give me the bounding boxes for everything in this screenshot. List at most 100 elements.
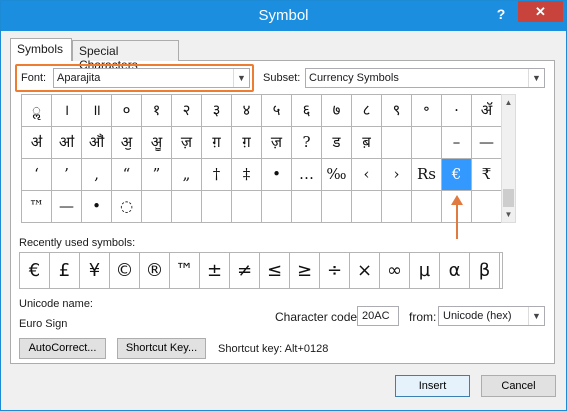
autocorrect-button[interactable]: AutoCorrect... [19,338,106,359]
symbol-cell[interactable]: ‰ [322,159,352,191]
symbol-cell[interactable] [262,191,292,223]
symbol-cell[interactable]: ॶ [112,127,142,159]
insert-button[interactable]: Insert [395,375,470,397]
recent-symbol-cell[interactable]: ≠ [230,253,260,288]
symbol-cell[interactable]: ड [322,127,352,159]
recent-symbol-cell[interactable]: ® [140,253,170,288]
symbol-cell[interactable]: … [292,159,322,191]
recent-symbol-cell[interactable]: ¥ [80,253,110,288]
symbol-cell[interactable]: ◌ [112,191,142,223]
symbol-cell[interactable]: † [202,159,232,191]
symbol-cell[interactable]: ” [142,159,172,191]
from-select[interactable]: Unicode (hex) ▼ [438,306,545,326]
symbol-cell[interactable]: ‹ [352,159,382,191]
symbol-cell[interactable]: । [52,95,82,127]
symbol-cell[interactable]: › [382,159,412,191]
symbol-cell[interactable]: ० [112,95,142,127]
symbol-cell[interactable]: ३ [202,95,232,127]
symbol-cell[interactable]: “ [112,159,142,191]
symbol-cell[interactable]: „ [172,159,202,191]
symbol-cell[interactable]: ॰ [412,95,442,127]
chevron-down-icon[interactable]: ▼ [528,307,544,325]
symbol-cell[interactable]: ८ [352,95,382,127]
symbol-cell[interactable]: ५ [262,95,292,127]
recent-symbol-cell[interactable]: β [470,253,500,288]
symbol-cell[interactable]: ₹ [472,159,502,191]
recent-symbol-cell[interactable]: © [110,253,140,288]
symbol-cell[interactable]: ज़ [172,127,202,159]
symbol-cell[interactable] [412,191,442,223]
font-select[interactable]: Aparajita ▼ [53,68,250,88]
recent-symbol-cell[interactable]: ™ [170,253,200,288]
symbol-cell[interactable]: ॥ [82,95,112,127]
character-code-input[interactable]: 20AC [357,306,399,326]
symbol-cell[interactable] [202,191,232,223]
cancel-button[interactable]: Cancel [481,375,556,397]
symbol-cell[interactable]: ग़ [232,127,262,159]
recent-symbol-cell[interactable]: ∞ [380,253,410,288]
symbol-cell[interactable] [322,191,352,223]
symbol-cell[interactable]: ‡ [232,159,262,191]
subset-select[interactable]: Currency Symbols ▼ [305,68,545,88]
scroll-down-icon[interactable]: ▼ [502,207,515,222]
recent-symbol-cell[interactable]: ≥ [290,253,320,288]
symbol-cell[interactable] [352,191,382,223]
symbol-cell[interactable]: ॲ [472,95,502,127]
recent-symbol-cell[interactable]: α [440,253,470,288]
symbol-cell[interactable]: २ [172,95,202,127]
tab-symbols[interactable]: Symbols [10,38,72,61]
symbol-cell[interactable]: — [472,127,502,159]
symbol-cell[interactable]: ॳ [22,127,52,159]
symbol-cell[interactable]: ४ [232,95,262,127]
symbol-cell[interactable]: Rs [412,159,442,191]
symbol-cell[interactable]: ॴ [52,127,82,159]
help-icon[interactable]: ? [492,6,510,24]
symbol-cell[interactable]: ९ [382,95,412,127]
symbol-cell[interactable]: ™ [22,191,52,223]
unicode-name-value: Euro Sign [19,318,68,330]
symbol-cell[interactable]: · [442,95,472,127]
recent-symbol-cell[interactable]: × [350,253,380,288]
symbol-cell[interactable]: ‘ [22,159,52,191]
close-icon[interactable]: ✕ [518,1,563,22]
symbol-cell[interactable]: ’ [52,159,82,191]
recent-symbol-cell[interactable]: µ [410,253,440,288]
symbol-cell[interactable]: ॵ [82,127,112,159]
chevron-down-icon[interactable]: ▼ [528,69,544,87]
symbol-cell[interactable] [412,127,442,159]
symbol-cell[interactable]: ॢ [22,95,52,127]
symbol-cell[interactable]: • [82,191,112,223]
symbol-cell[interactable]: ६ [292,95,322,127]
tab-special-characters[interactable]: Special Characters [72,40,179,72]
symbol-cell[interactable] [232,191,262,223]
symbol-cell[interactable]: ग़ [202,127,232,159]
symbol-cell[interactable]: — [52,191,82,223]
chevron-down-icon[interactable]: ▼ [233,69,249,87]
symbol-cell[interactable]: ७ [322,95,352,127]
symbol-cell[interactable]: ‚ [82,159,112,191]
recent-symbol-cell[interactable]: ± [200,253,230,288]
scroll-thumb[interactable] [503,189,514,207]
symbol-cell[interactable]: ॷ [142,127,172,159]
symbol-cell[interactable]: ज़ [262,127,292,159]
symbol-cell[interactable] [382,127,412,159]
symbol-cell[interactable]: • [262,159,292,191]
recent-symbol-cell[interactable]: ≤ [260,253,290,288]
scroll-up-icon[interactable]: ▲ [502,95,515,110]
symbol-cell[interactable] [382,191,412,223]
symbol-cell[interactable]: € [442,159,472,191]
symbol-cell[interactable]: – [442,127,472,159]
recent-symbol-cell[interactable]: € [20,253,50,288]
annotation-arrow-icon [451,195,463,239]
symbol-cell[interactable]: १ [142,95,172,127]
symbol-cell[interactable] [472,191,502,223]
symbol-cell[interactable]: ? [292,127,322,159]
symbol-cell[interactable] [142,191,172,223]
grid-scrollbar[interactable]: ▲ ▼ [501,94,516,223]
recent-symbol-cell[interactable]: ÷ [320,253,350,288]
symbol-cell[interactable] [172,191,202,223]
shortcut-key-button[interactable]: Shortcut Key... [117,338,206,359]
symbol-cell[interactable]: ब़ [352,127,382,159]
symbol-cell[interactable] [292,191,322,223]
recent-symbol-cell[interactable]: £ [50,253,80,288]
